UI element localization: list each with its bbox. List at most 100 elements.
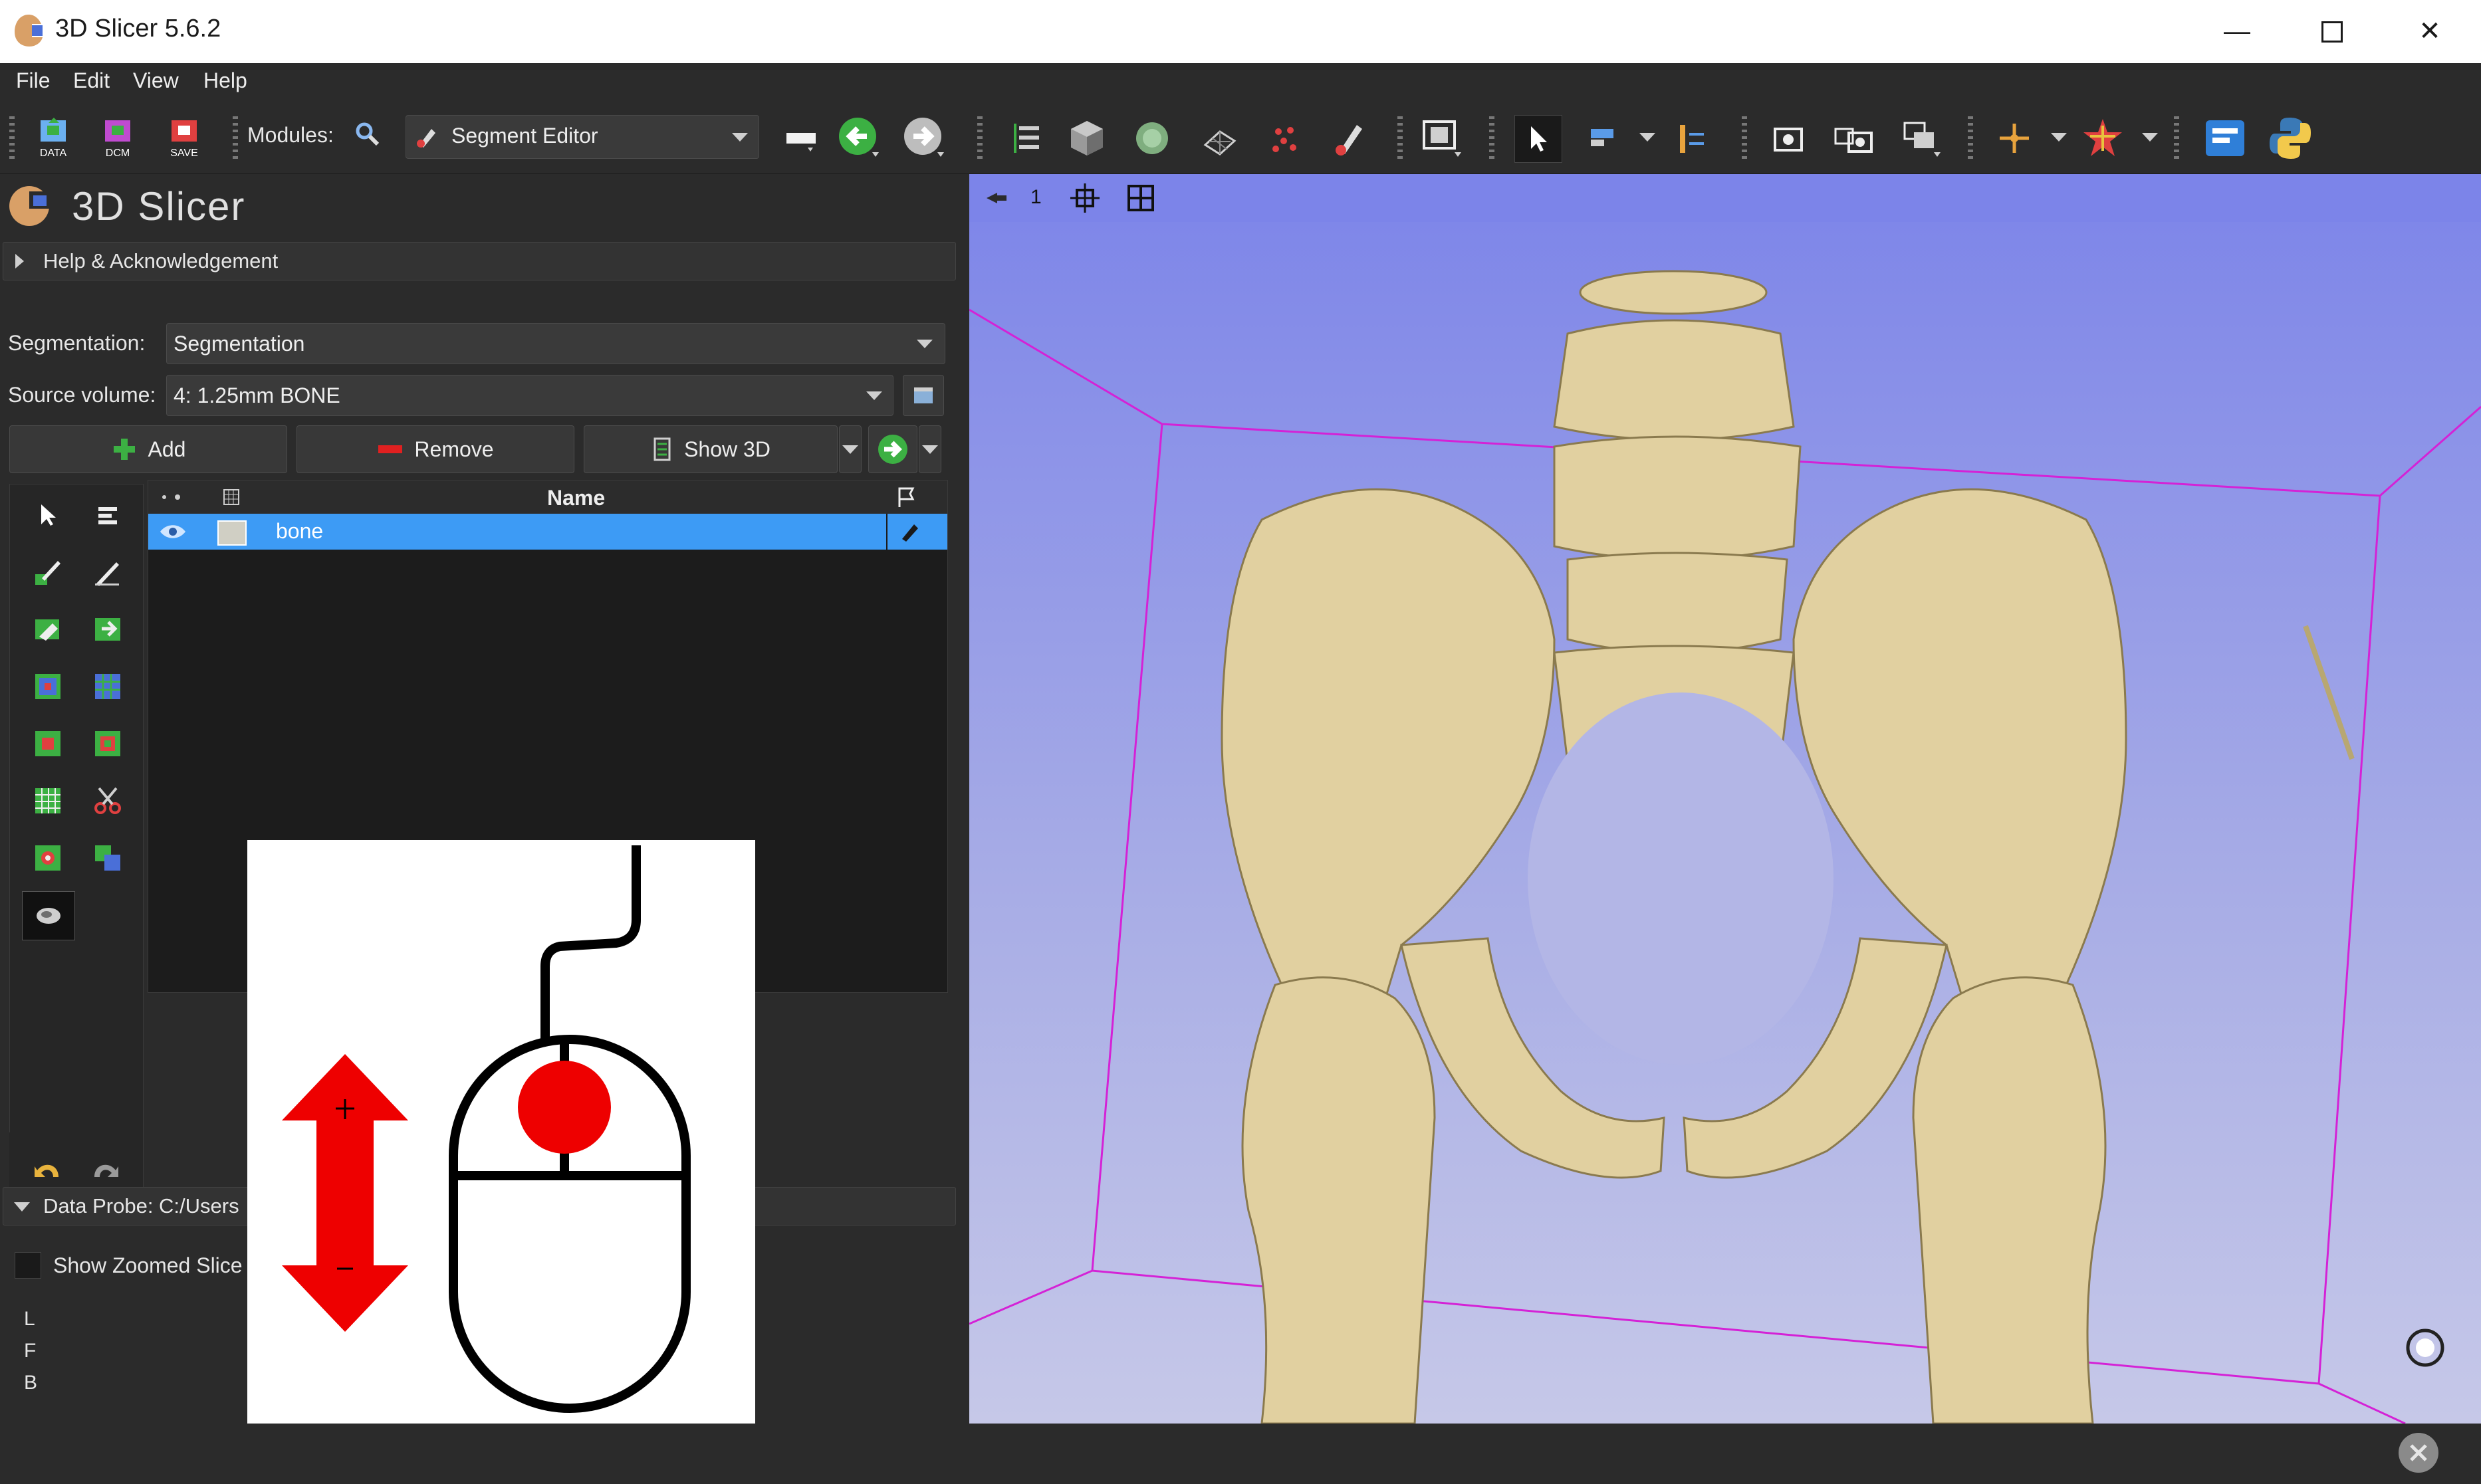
- margin-effect-button[interactable]: [82, 720, 134, 768]
- segment-editor-module-button[interactable]: [1327, 115, 1373, 161]
- crosshair-button[interactable]: [1991, 115, 2038, 161]
- status-close-button[interactable]: [2399, 1433, 2438, 1473]
- transforms-module-button[interactable]: [1197, 115, 1243, 161]
- show-3d-button[interactable]: Show 3D: [584, 425, 838, 473]
- eye-icon[interactable]: [158, 522, 188, 542]
- threshold-effect-button[interactable]: [22, 720, 74, 768]
- mouse-hint-overlay: [247, 840, 755, 1442]
- segment-name-cell[interactable]: bone: [276, 519, 323, 544]
- islands-effect-button[interactable]: [22, 777, 74, 825]
- toolbar-grip[interactable]: [1397, 116, 1403, 159]
- toolbar-grip[interactable]: [2174, 116, 2179, 159]
- 3d-view[interactable]: [969, 174, 2481, 1425]
- capture-tool-button[interactable]: [1898, 115, 1945, 161]
- camera-icon: [1774, 128, 1803, 152]
- menu-help[interactable]: Help: [203, 68, 247, 93]
- export-segments-button[interactable]: [868, 425, 917, 473]
- python-console-button[interactable]: [2267, 115, 2313, 161]
- model-sphere-icon: [1136, 122, 1168, 154]
- view-options-icon[interactable]: [1126, 183, 1155, 213]
- name-column-header[interactable]: Name: [547, 486, 605, 510]
- maximize-icon[interactable]: [2312, 13, 2352, 50]
- menu-file[interactable]: File: [16, 68, 51, 93]
- module-history-button[interactable]: [778, 115, 824, 161]
- layout-button[interactable]: [1419, 115, 1465, 161]
- hollow-effect-button[interactable]: [22, 834, 74, 882]
- pin-icon[interactable]: [983, 185, 1009, 211]
- scissors-effect-button[interactable]: [82, 777, 134, 825]
- select-mode-button[interactable]: [1514, 115, 1562, 163]
- volumes-module-button[interactable]: [1064, 115, 1110, 161]
- erase-effect-button[interactable]: [22, 605, 74, 653]
- markups-module-button[interactable]: [1262, 115, 1308, 161]
- source-volume-options-button[interactable]: [903, 375, 944, 416]
- svg-text:DCM: DCM: [106, 148, 130, 159]
- export-segments-dropdown[interactable]: [919, 425, 941, 473]
- grow-from-seeds-effect-button[interactable]: [22, 663, 74, 710]
- logical-operators-effect-button[interactable]: [82, 834, 134, 882]
- load-dicom-button[interactable]: DCM: [94, 115, 141, 161]
- forward-button[interactable]: [901, 115, 948, 161]
- segment-list-options-button[interactable]: [82, 491, 134, 539]
- toolbar-grip[interactable]: [1968, 116, 1973, 159]
- show-zoomed-slice-checkbox[interactable]: [15, 1252, 41, 1279]
- fill-between-slices-effect-button[interactable]: [82, 663, 134, 710]
- save-button[interactable]: SAVE: [161, 115, 207, 161]
- menu-edit[interactable]: Edit: [73, 68, 110, 93]
- scene-view-button[interactable]: [1830, 115, 1877, 161]
- extension-manager-button[interactable]: [2202, 115, 2248, 161]
- close-icon[interactable]: ✕: [2410, 13, 2450, 50]
- segment-color-swatch[interactable]: [217, 520, 247, 546]
- minus-icon: [378, 445, 403, 453]
- load-data-button[interactable]: DATA: [30, 115, 76, 161]
- screenshot-button[interactable]: [1765, 115, 1812, 161]
- minimize-icon[interactable]: —: [2217, 13, 2257, 50]
- level-tracing-effect-button[interactable]: [82, 605, 134, 653]
- add-segment-button[interactable]: Add: [9, 425, 287, 473]
- toolbar-grip[interactable]: [977, 116, 983, 159]
- mouse-scroll-hint-icon: [282, 845, 691, 1413]
- view-layout-number: 1: [1030, 186, 1042, 208]
- chevron-down-icon[interactable]: [2051, 133, 2067, 142]
- smoothing-effect-button[interactable]: [22, 891, 75, 940]
- color-column-icon: [223, 489, 239, 505]
- table-row[interactable]: bone: [148, 514, 947, 550]
- probe-coord-b: B: [24, 1372, 38, 1394]
- center-view-icon[interactable]: [1069, 182, 1101, 214]
- source-volume-selector[interactable]: 4: 1.25mm BONE: [166, 375, 893, 416]
- help-section-label: Help & Acknowledgement: [43, 249, 279, 272]
- remove-segment-label: Remove: [414, 437, 494, 461]
- module-selector[interactable]: Segment Editor: [406, 115, 759, 159]
- add-segment-label: Add: [148, 437, 186, 461]
- place-markup-button[interactable]: [1581, 115, 1627, 161]
- chevron-down-icon: [842, 445, 858, 454]
- toolbar-grip[interactable]: [9, 116, 15, 159]
- undo-icon: [35, 1164, 59, 1177]
- options-list-icon: [98, 507, 117, 524]
- toolbar-grip[interactable]: [1489, 116, 1494, 159]
- paint-effect-button[interactable]: [22, 548, 74, 596]
- data-module-button[interactable]: [1003, 115, 1049, 161]
- draw-effect-button[interactable]: [82, 548, 134, 596]
- toolbar-grip[interactable]: [1742, 116, 1747, 159]
- slice-intersections-button[interactable]: [2079, 115, 2126, 161]
- remove-segment-button[interactable]: Remove: [296, 425, 574, 473]
- transform-grid-icon: [1203, 130, 1237, 156]
- margin-icon: [95, 731, 120, 756]
- interaction-handles-button[interactable]: [1669, 115, 1715, 161]
- toolbar-grip[interactable]: [233, 116, 238, 159]
- chevron-down-icon[interactable]: [1639, 133, 1655, 142]
- chevron-down-icon[interactable]: [2142, 133, 2158, 142]
- edit-pencil-icon[interactable]: [898, 520, 921, 543]
- show-3d-dropdown-button[interactable]: [839, 425, 862, 473]
- cube-icon: [1071, 121, 1103, 156]
- none-effect-button[interactable]: [22, 491, 74, 539]
- models-module-button[interactable]: [1129, 115, 1175, 161]
- paint-brush-icon: [35, 561, 60, 585]
- segmentation-selector[interactable]: Segmentation: [166, 323, 945, 364]
- back-button[interactable]: [836, 115, 883, 161]
- help-acknowledgement-section[interactable]: Help & Acknowledgement: [3, 242, 956, 280]
- menu-view[interactable]: View: [133, 68, 179, 93]
- effects-toolbox: [9, 484, 144, 1215]
- module-search-icon[interactable]: [354, 120, 380, 147]
